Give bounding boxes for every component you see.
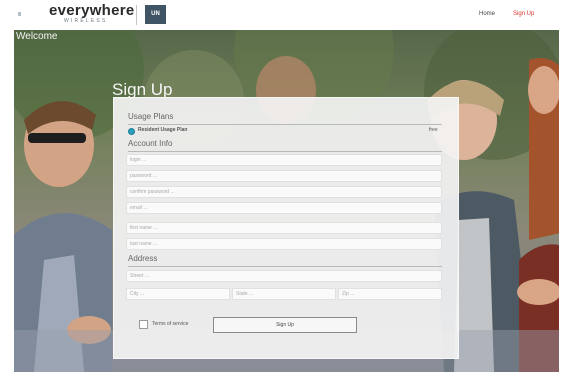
usage-plans-title: Usage Plans — [128, 112, 174, 121]
zip-input[interactable]: Zip ... — [338, 288, 442, 300]
logo-divider — [136, 5, 137, 25]
logo-mark-icon — [18, 12, 21, 16]
partner-badge: UN — [145, 5, 166, 24]
signup-form: Usage Plans Resident Usage Plan free Acc… — [113, 97, 459, 359]
top-bar: everywhere WIRELESS UN Home Sign Up — [0, 0, 573, 30]
brand-logo[interactable]: everywhere — [49, 2, 135, 19]
city-input[interactable]: City ... — [126, 288, 230, 300]
account-info-title: Account Info — [128, 139, 173, 148]
usage-plans-divider — [128, 124, 442, 125]
plan-label: Resident Usage Plan — [138, 127, 188, 133]
nav-signup-link[interactable]: Sign Up — [513, 11, 534, 17]
account-info-divider — [128, 151, 442, 152]
password-input[interactable]: password ... — [126, 170, 442, 182]
terms-label[interactable]: Terms of service — [152, 321, 188, 327]
last-name-input[interactable]: last name ... — [126, 238, 442, 250]
nav-home-link[interactable]: Home — [479, 11, 495, 17]
first-name-input[interactable]: first name ... — [126, 222, 442, 234]
street-input[interactable]: Street ... — [126, 270, 442, 282]
email-input[interactable]: email ... — [126, 202, 442, 214]
login-input[interactable]: login ... — [126, 154, 442, 166]
confirm-password-input[interactable]: confirm password ... — [126, 186, 442, 198]
address-divider — [128, 266, 442, 267]
state-input[interactable]: State ... — [232, 288, 336, 300]
plan-radio[interactable] — [128, 128, 135, 135]
signup-button[interactable]: Sign Up — [213, 317, 357, 333]
brand-tagline: WIRELESS — [64, 18, 108, 24]
plan-price: free — [429, 127, 438, 133]
hero-section: Welcome Sign Up Usage Plans Resident Usa… — [14, 30, 559, 372]
address-title: Address — [128, 254, 158, 263]
terms-checkbox[interactable] — [139, 320, 148, 329]
welcome-text: Welcome — [16, 31, 58, 42]
